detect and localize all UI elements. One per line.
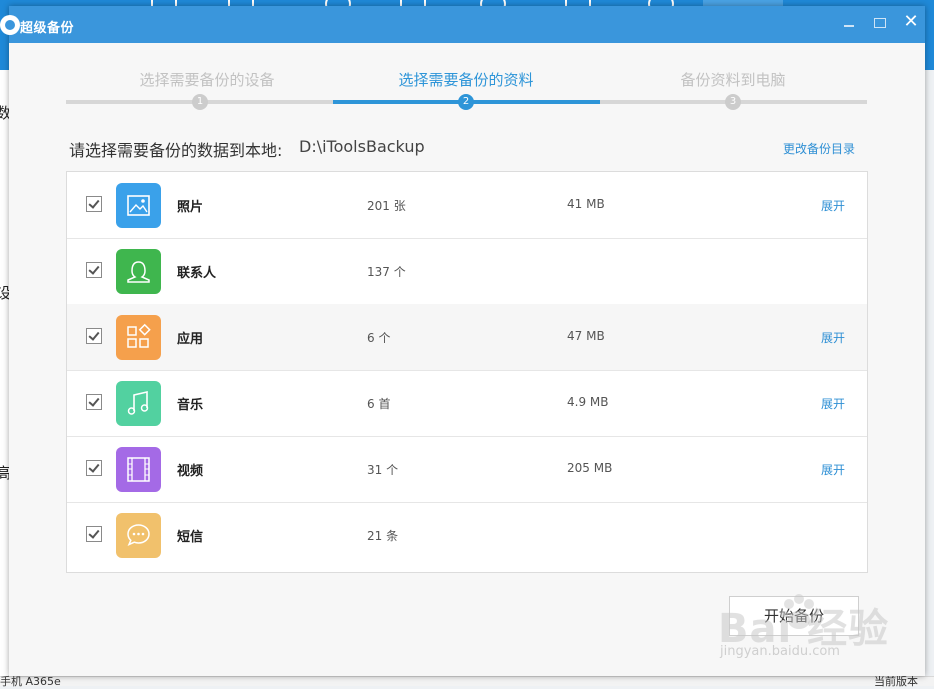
item-count: 21 条 [367,529,399,543]
list-item-contacts: 联系人 137 个 [67,238,867,305]
list-item-photos: 照片 201 张 41 MB 展开 [67,172,867,239]
item-size: 41 MB [567,197,605,211]
list-item-videos: 视频 31 个 205 MB 展开 [67,436,867,503]
list-item-music: 音乐 6 首 4.9 MB 展开 [67,370,867,437]
contacts-checkbox[interactable] [86,262,102,278]
super-backup-dialog: 超级备份 ✕ 选择需要备份的设备 选择需要备份的资料 备份资料到电脑 1 2 3… [0,6,925,676]
expand-link[interactable]: 展开 [821,197,845,214]
item-size: 47 MB [567,329,605,343]
app-logo-icon [0,15,20,35]
item-name: 应用 [177,332,204,347]
maximize-button[interactable] [869,12,891,32]
item-count: 6 个 [367,331,391,345]
item-name: 短信 [177,530,204,545]
step-label-1: 选择需要备份的设备 [139,71,275,89]
step-label-3: 备份资料到电脑 [680,71,786,89]
list-item-sms: 短信 21 条 [67,502,867,568]
music-icon [116,381,161,426]
dialog-titlebar: 超级备份 ✕ [0,6,925,43]
step-dot-2: 2 [458,94,474,110]
step-dot-1: 1 [192,94,208,110]
expand-link[interactable]: 展开 [821,329,845,346]
sms-icon [116,513,161,558]
expand-link[interactable]: 展开 [821,461,845,478]
close-button[interactable]: ✕ [900,12,922,32]
step-dot-3: 3 [725,94,741,110]
item-name: 联系人 [177,266,217,281]
video-icon [116,447,161,492]
item-count: 6 首 [367,397,391,411]
expand-link[interactable]: 展开 [821,395,845,412]
item-size: 205 MB [567,461,613,475]
photo-icon [116,183,161,228]
photos-checkbox[interactable] [86,196,102,212]
videos-checkbox[interactable] [86,460,102,476]
list-item-apps: 应用 6 个 47 MB 展开 [67,304,867,371]
item-count: 31 个 [367,463,399,477]
apps-checkbox[interactable] [86,328,102,344]
close-icon: ✕ [903,11,919,32]
minimize-button[interactable] [838,12,860,32]
backup-path-label: 请选择需要备份的数据到本地: [69,141,283,160]
contacts-icon [116,249,161,294]
backup-path-value: D:\iToolsBackup [299,137,425,156]
item-name: 照片 [177,200,204,215]
music-checkbox[interactable] [86,394,102,410]
sms-checkbox[interactable] [86,526,102,542]
paw-watermark-icon [784,594,814,629]
backup-data-list: 照片 201 张 41 MB 展开 联系人 137 个 应用 6 个 47 MB… [66,171,868,573]
step-label-2: 选择需要备份的资料 [398,71,534,89]
watermark-url: jingyan.baidu.com [720,644,840,659]
change-backup-dir-link[interactable]: 更改备份目录 [783,140,855,157]
item-size: 4.9 MB [567,395,609,409]
item-count: 201 张 [367,199,406,213]
apps-icon [116,315,161,360]
maximize-icon [874,18,886,28]
item-name: 音乐 [177,398,204,413]
item-count: 137 个 [367,265,406,279]
minimize-icon [844,25,854,27]
item-name: 视频 [177,464,204,479]
background-sidebar: 数 设 高 [0,70,11,685]
dialog-title: 超级备份 [20,21,75,36]
